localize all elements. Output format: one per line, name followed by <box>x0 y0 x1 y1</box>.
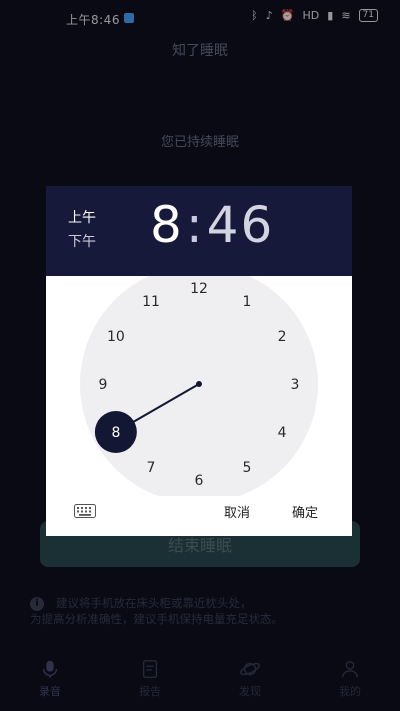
cancel-button[interactable]: 取消 <box>224 502 250 521</box>
hour-number-7[interactable]: 7 <box>147 460 156 476</box>
clock-center-dot <box>196 381 202 387</box>
hour-number-5[interactable]: 5 <box>243 460 252 476</box>
pm-option[interactable]: 下午 <box>68 230 96 254</box>
hour-number-8[interactable]: 8 <box>111 425 120 441</box>
am-pm-selector: 上午 下午 <box>68 206 96 254</box>
hour-number-4[interactable]: 4 <box>278 425 287 441</box>
time-separator: : <box>185 196 205 254</box>
time-picker-header: 上午 下午 8:46 <box>46 186 352 276</box>
hour-number-9[interactable]: 9 <box>99 377 108 393</box>
am-option[interactable]: 上午 <box>68 206 96 230</box>
keyboard-icon[interactable] <box>74 504 96 518</box>
hour-number-6[interactable]: 6 <box>195 473 204 489</box>
hour-number-3[interactable]: 3 <box>291 377 300 393</box>
minute-display[interactable]: 46 <box>207 196 275 254</box>
hour-number-2[interactable]: 2 <box>278 329 287 345</box>
ok-button[interactable]: 确定 <box>292 502 318 521</box>
time-picker-dialog: 上午 下午 8:46 12 1 2 3 4 5 6 7 8 9 10 11 取消 确定 <box>46 186 352 536</box>
hour-number-12[interactable]: 12 <box>190 281 208 297</box>
hour-number-1[interactable]: 1 <box>243 294 252 310</box>
hour-number-11[interactable]: 11 <box>142 294 160 310</box>
clock-dial[interactable]: 121234567891011 <box>46 276 352 496</box>
time-display: 8:46 <box>150 196 274 254</box>
hour-number-10[interactable]: 10 <box>107 329 125 345</box>
hour-display[interactable]: 8 <box>150 196 184 254</box>
